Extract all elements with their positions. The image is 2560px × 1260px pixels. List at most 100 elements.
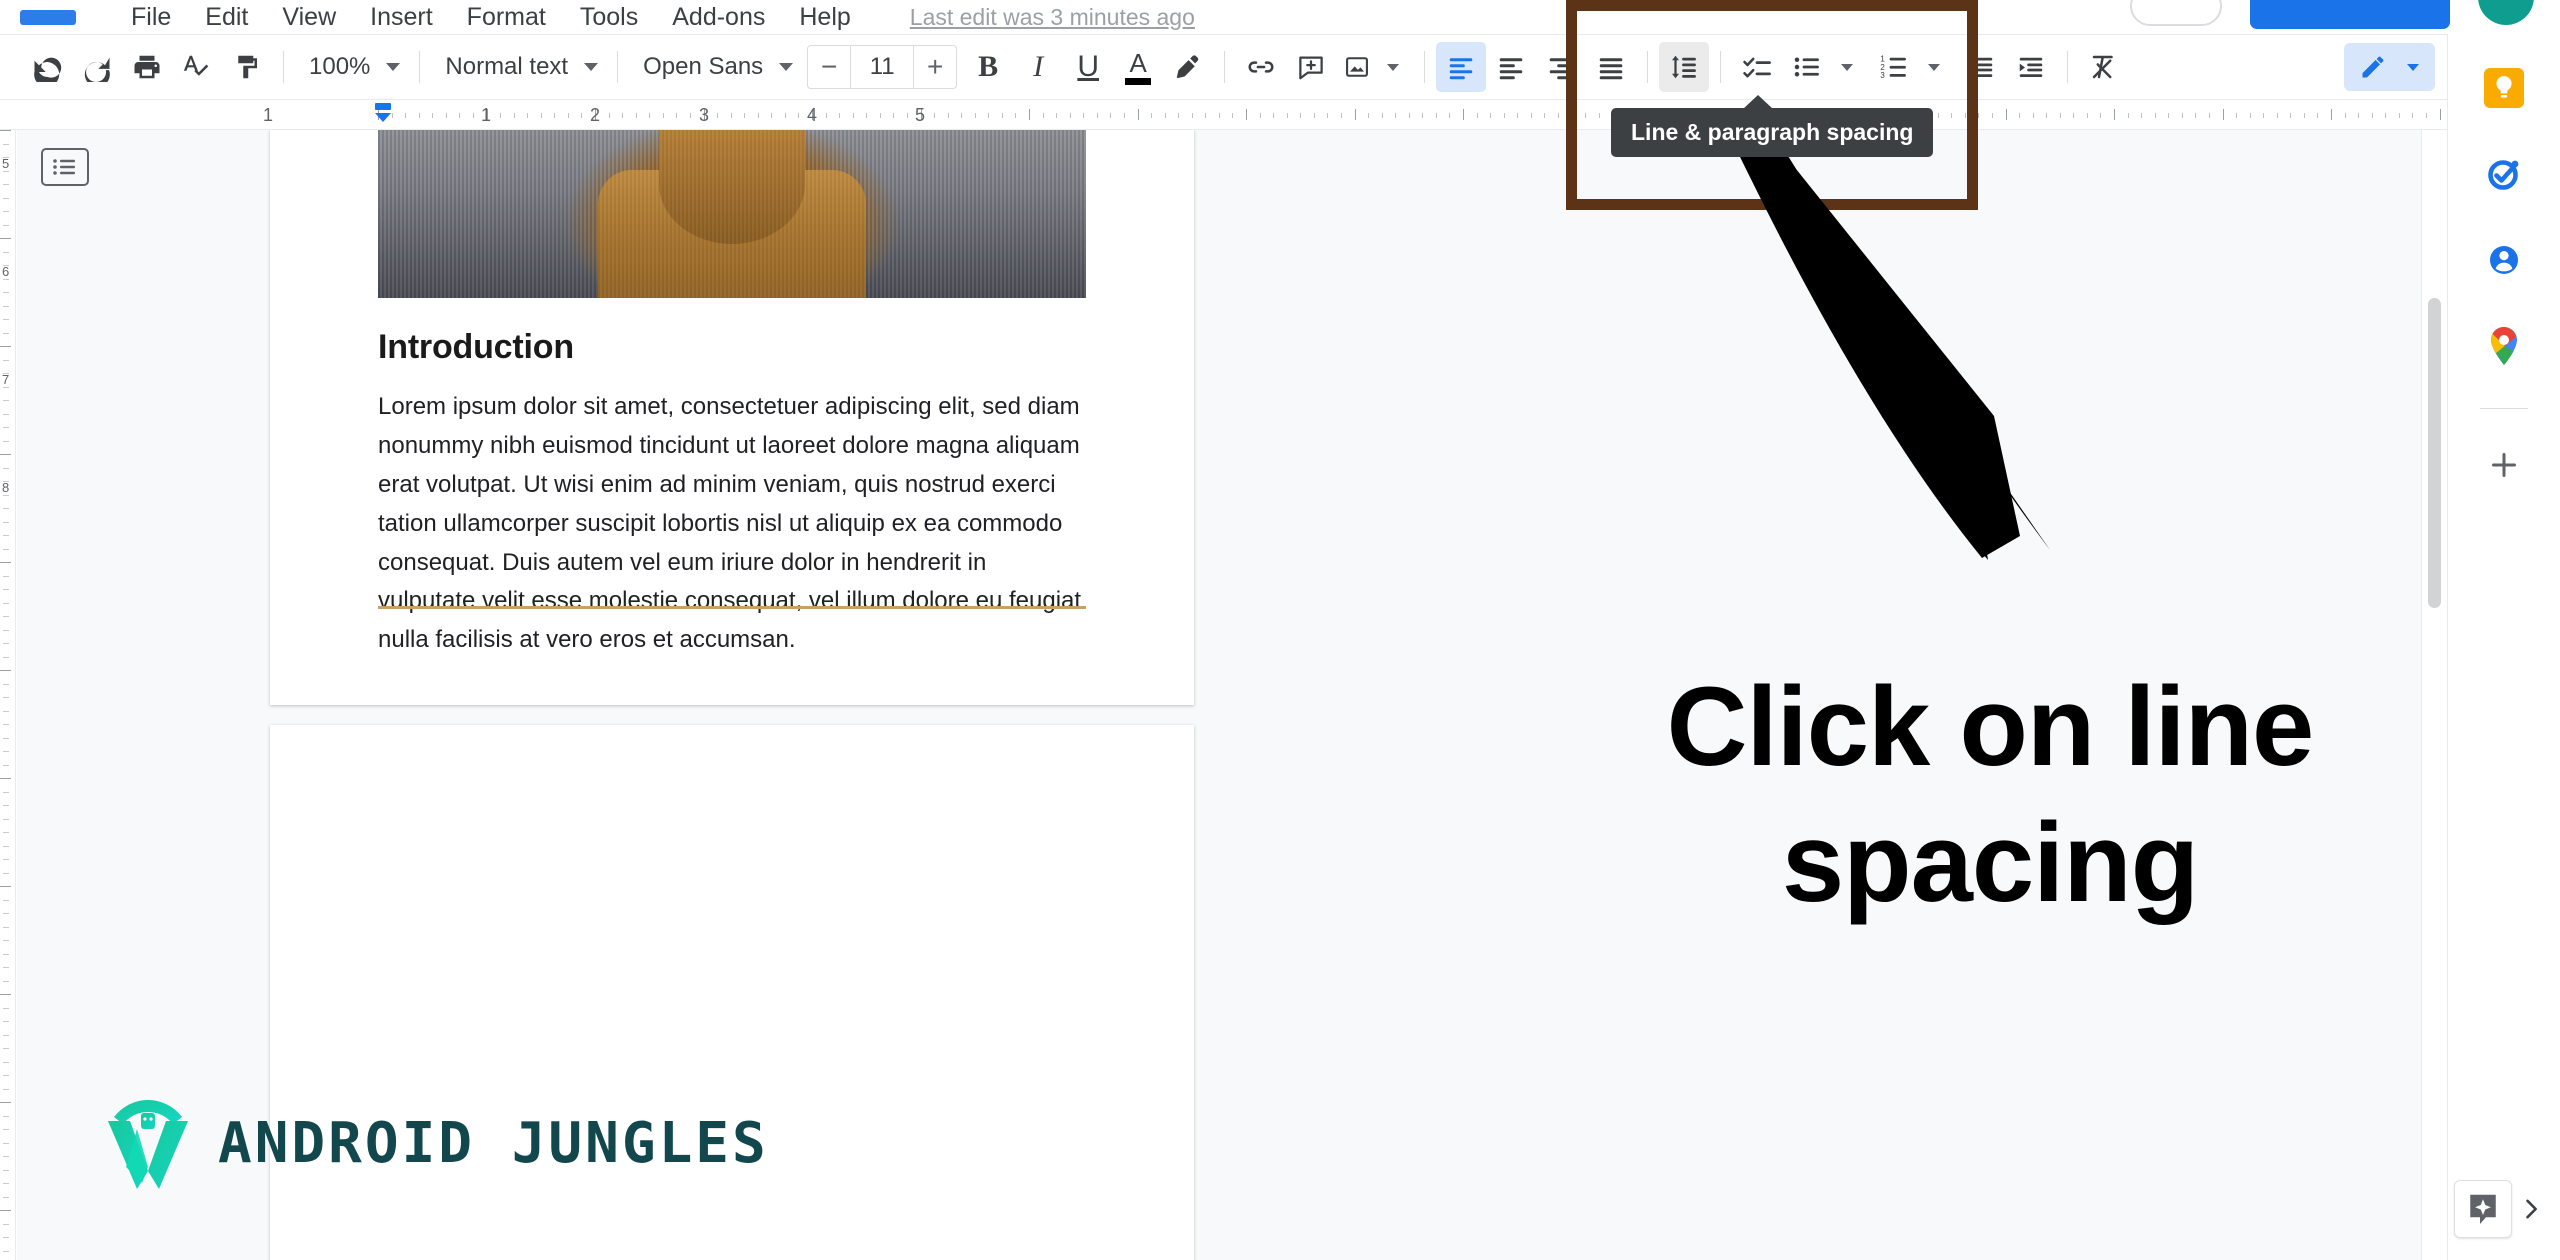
menu-edit[interactable]: Edit (188, 0, 265, 34)
paint-format-icon[interactable] (222, 42, 272, 92)
ruler-tick (906, 113, 908, 118)
add-plus-icon[interactable] (2476, 437, 2532, 493)
chevron-right-icon[interactable] (2514, 1192, 2548, 1226)
vertical-scrollbar[interactable] (2421, 130, 2447, 1260)
align-center-icon[interactable] (1486, 42, 1536, 92)
chevron-down-icon[interactable] (1928, 63, 1941, 71)
sidebar-item-keep[interactable] (2476, 60, 2532, 116)
comment-history-button[interactable] (2130, 0, 2222, 26)
vruler-tick (3, 251, 9, 253)
last-edit-status[interactable]: Last edit was 3 minutes ago (910, 4, 1195, 31)
align-left-icon[interactable] (1436, 42, 1487, 92)
avatar[interactable] (2478, 0, 2534, 25)
ruler-tick (2249, 113, 2251, 118)
menu-format[interactable]: Format (450, 0, 563, 34)
insert-link-icon[interactable] (1236, 42, 1286, 92)
text-color-button[interactable]: A (1113, 42, 1163, 92)
vruler-tick (3, 589, 9, 590)
sidebar-item-tasks[interactable] (2476, 146, 2532, 202)
document-page-1[interactable]: Introduction Lorem ipsum dolor sit amet,… (270, 130, 1194, 705)
font-family-select[interactable]: Open Sans (629, 44, 801, 90)
vruler-tick (3, 656, 9, 658)
vertical-ruler[interactable]: 5 6 7 8 (0, 130, 16, 1260)
ruler-tick (1300, 113, 1302, 118)
vruler-tick (3, 1237, 9, 1238)
bold-button[interactable]: B (963, 42, 1013, 92)
undo-icon[interactable] (22, 42, 72, 92)
align-right-icon[interactable] (1536, 42, 1586, 92)
menu-insert[interactable]: Insert (353, 0, 450, 34)
ruler-tick (2195, 113, 2197, 118)
print-icon[interactable] (122, 42, 172, 92)
scrollbar-thumb[interactable] (2428, 298, 2441, 608)
document-page-2[interactable] (270, 725, 1194, 1260)
underline-label: U (1077, 50, 1100, 83)
menu-file[interactable]: File (114, 0, 188, 34)
checklist-icon[interactable] (1732, 42, 1782, 92)
chevron-down-icon[interactable] (1841, 63, 1854, 71)
add-comment-icon[interactable] (1286, 42, 1336, 92)
menu-view[interactable]: View (265, 0, 353, 34)
ruler-tick (2358, 113, 2360, 118)
document-outline-icon[interactable] (41, 148, 89, 186)
menu-help[interactable]: Help (782, 0, 867, 34)
ruler-tick (676, 113, 678, 118)
horizontal-ruler[interactable]: 1 1 2 3 4 5 (0, 100, 2560, 130)
sidebar-item-maps[interactable] (2476, 318, 2532, 374)
document-paragraph[interactable]: Lorem ipsum dolor sit amet, consectetuer… (378, 388, 1090, 660)
decrease-indent-icon[interactable] (1956, 42, 2006, 92)
zoom-value: 100% (309, 53, 371, 80)
ruler-tick (1395, 113, 1397, 118)
editing-mode-selector[interactable] (2344, 43, 2435, 91)
share-button[interactable] (2250, 0, 2450, 29)
zoom-select[interactable]: 100% (295, 44, 408, 90)
increase-indent-icon[interactable] (2006, 42, 2056, 92)
numbered-list-icon[interactable]: 1 2 3 (1869, 42, 1919, 92)
font-size-input[interactable]: 11 (850, 46, 915, 88)
indent-marker-icon[interactable] (372, 102, 394, 128)
menu-tools[interactable]: Tools (563, 0, 655, 34)
chevron-down-icon[interactable] (2407, 63, 2419, 71)
ruler-tick (405, 113, 407, 118)
docs-logo-icon[interactable] (20, 9, 76, 25)
ruler-number: 4 (806, 105, 818, 125)
vruler-tick (3, 710, 9, 712)
italic-button[interactable]: I (1013, 42, 1063, 92)
vruler-tick (3, 1169, 9, 1171)
underline-button[interactable]: U (1063, 42, 1113, 92)
chevron-down-icon[interactable] (1387, 63, 1400, 71)
edit-pencil-icon[interactable] (2348, 42, 2398, 92)
ruler-tick (1557, 113, 1559, 118)
line-spacing-icon[interactable] (1659, 42, 1710, 92)
ruler-tick (1327, 113, 1329, 118)
vruler-tick (3, 224, 9, 226)
vruler-tick (3, 1156, 9, 1157)
paragraph-style-select[interactable]: Normal text (431, 44, 606, 90)
explore-sparkle-icon[interactable] (2454, 1180, 2512, 1238)
vruler-tick (3, 494, 9, 496)
ruler-tick (730, 113, 732, 118)
menu-addons[interactable]: Add-ons (655, 0, 782, 34)
highlight-pen-icon[interactable] (1163, 42, 1213, 92)
clear-formatting-icon[interactable] (2079, 42, 2129, 92)
redo-icon[interactable] (72, 42, 122, 92)
spell-check-icon[interactable] (172, 42, 222, 92)
ruler-tick (2154, 113, 2156, 118)
document-heading[interactable]: Introduction (378, 328, 574, 367)
vruler-tick (3, 521, 9, 523)
increase-font-size-button[interactable]: + (914, 46, 956, 88)
ruler-tick (784, 113, 786, 118)
ruler-track[interactable] (378, 100, 2536, 129)
insert-image-icon[interactable] (1336, 42, 1378, 92)
chevron-down-icon (584, 63, 599, 71)
font-size-stepper[interactable]: − 11 + (807, 45, 958, 89)
align-justify-icon[interactable] (1586, 42, 1636, 92)
vruler-tick (3, 818, 9, 820)
sidebar-item-contacts[interactable] (2476, 232, 2532, 288)
vruler-number: 8 (2, 480, 10, 495)
vruler-tick (3, 1088, 9, 1090)
bulleted-list-icon[interactable] (1782, 42, 1832, 92)
decrease-font-size-button[interactable]: − (808, 46, 850, 88)
vruler-tick (3, 184, 9, 185)
document-image[interactable] (378, 130, 1086, 298)
